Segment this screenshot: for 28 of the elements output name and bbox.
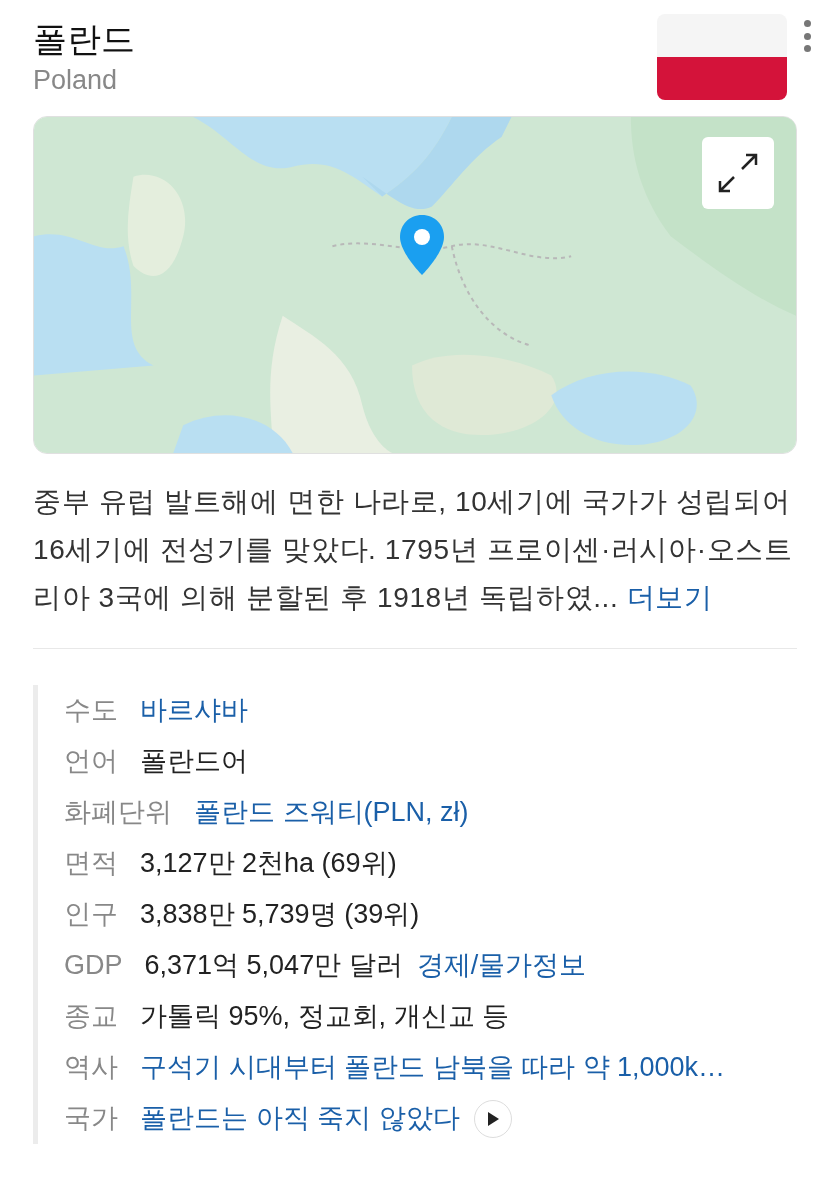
more-link[interactable]: 더보기	[626, 582, 713, 613]
fact-value: 가톨릭 95%, 정교회, 개신교 등	[140, 1000, 510, 1034]
country-title: 폴란드	[33, 19, 135, 60]
flag-icon	[657, 14, 787, 100]
country-subtitle: Poland	[33, 64, 119, 97]
fact-label: 국가	[64, 1102, 118, 1136]
fact-link[interactable]: 바르샤바	[140, 690, 248, 731]
fact-link[interactable]: 구석기 시대부터 폴란드 남북을 따라 약 1,000k…	[140, 1047, 726, 1088]
fact-value: 6,371억 5,047만 달러	[144, 949, 403, 983]
fact-value: 3,838만 5,739명 (39위)	[140, 898, 420, 932]
fact-label: 언어	[64, 745, 118, 779]
fact-link[interactable]: 경제/물가정보	[416, 945, 587, 986]
fact-label: 인구	[64, 898, 118, 932]
fact-link[interactable]: 폴란드 즈워티(PLN, zł)	[194, 792, 469, 833]
fact-label: 종교	[64, 1000, 118, 1034]
fact-label: 수도	[64, 694, 118, 728]
fact-label: GDP	[64, 949, 123, 983]
fact-value: 3,127만 2천ha (69위)	[140, 847, 397, 881]
description-text: 중부 유럽 발트해에 면한 나라로, 10세기에 국가가 성립되어 16세기에 전성기를 맞았다. 1795년 프로이센·러시아·오스트리아 3국에 의해 분할된 후 1918년 독립하였... 더보기	[33, 485, 794, 615]
expand-icon	[716, 151, 760, 195]
play-icon	[485, 1110, 500, 1127]
expand-button[interactable]	[702, 137, 774, 209]
map-pin-icon	[398, 213, 446, 277]
fact-label: 화폐단위	[64, 796, 172, 830]
fact-link[interactable]: 폴란드는 아직 죽지 않았다	[140, 1098, 460, 1139]
fact-label: 면적	[64, 847, 118, 881]
fact-label: 역사	[64, 1051, 118, 1085]
fact-value: 폴란드어	[140, 745, 248, 779]
